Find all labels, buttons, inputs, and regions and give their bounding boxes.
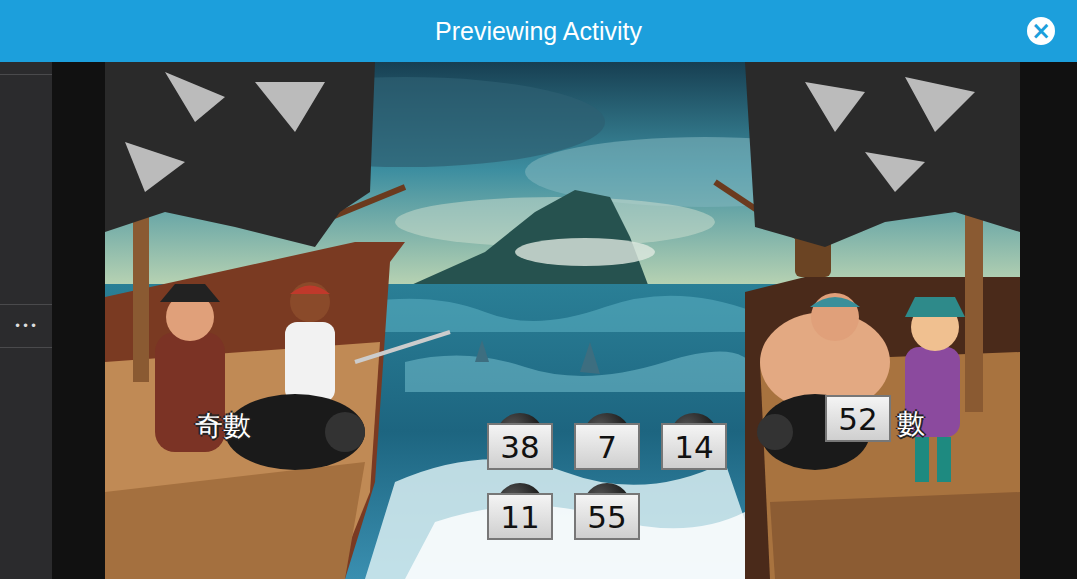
- content-area: ••• 奇數 數 38 7 14 11 55 52: [0, 62, 1077, 579]
- sidebar-divider: [0, 304, 52, 305]
- pirate-scene-icon: [105, 62, 1020, 579]
- number-tile[interactable]: 38: [487, 423, 553, 470]
- sidebar: •••: [0, 62, 52, 579]
- tile-face[interactable]: 11: [487, 493, 553, 540]
- ship-label: 奇數: [195, 407, 251, 445]
- tile-face[interactable]: 7: [574, 423, 640, 470]
- sidebar-divider: [0, 347, 52, 348]
- tile-face[interactable]: 38: [487, 423, 553, 470]
- sidebar-spacer: [0, 62, 52, 74]
- letterbox: [1020, 62, 1077, 579]
- header-bar: Previewing Activity ×: [0, 0, 1077, 62]
- game-stage: 奇數 數 38 7 14 11 55 52: [105, 62, 1020, 579]
- letterbox: [52, 62, 105, 579]
- sidebar-spacer: [0, 75, 52, 304]
- ship-label: 數: [897, 405, 925, 443]
- tile-face[interactable]: 55: [574, 493, 640, 540]
- close-icon[interactable]: ×: [1027, 17, 1055, 45]
- tile-face[interactable]: 14: [661, 423, 727, 470]
- more-icon[interactable]: •••: [0, 305, 52, 347]
- tile-face[interactable]: 52: [825, 395, 891, 442]
- window-title: Previewing Activity: [435, 17, 642, 46]
- number-tile[interactable]: 11: [487, 493, 553, 540]
- tile-grid: 38 7 14 11 55: [487, 423, 727, 540]
- number-tile[interactable]: 14: [661, 423, 727, 470]
- held-tile[interactable]: 52: [825, 395, 891, 442]
- sidebar-divider: [0, 74, 52, 75]
- number-tile[interactable]: 55: [574, 493, 640, 540]
- number-tile[interactable]: 7: [574, 423, 640, 470]
- number-tile[interactable]: 52: [825, 395, 891, 442]
